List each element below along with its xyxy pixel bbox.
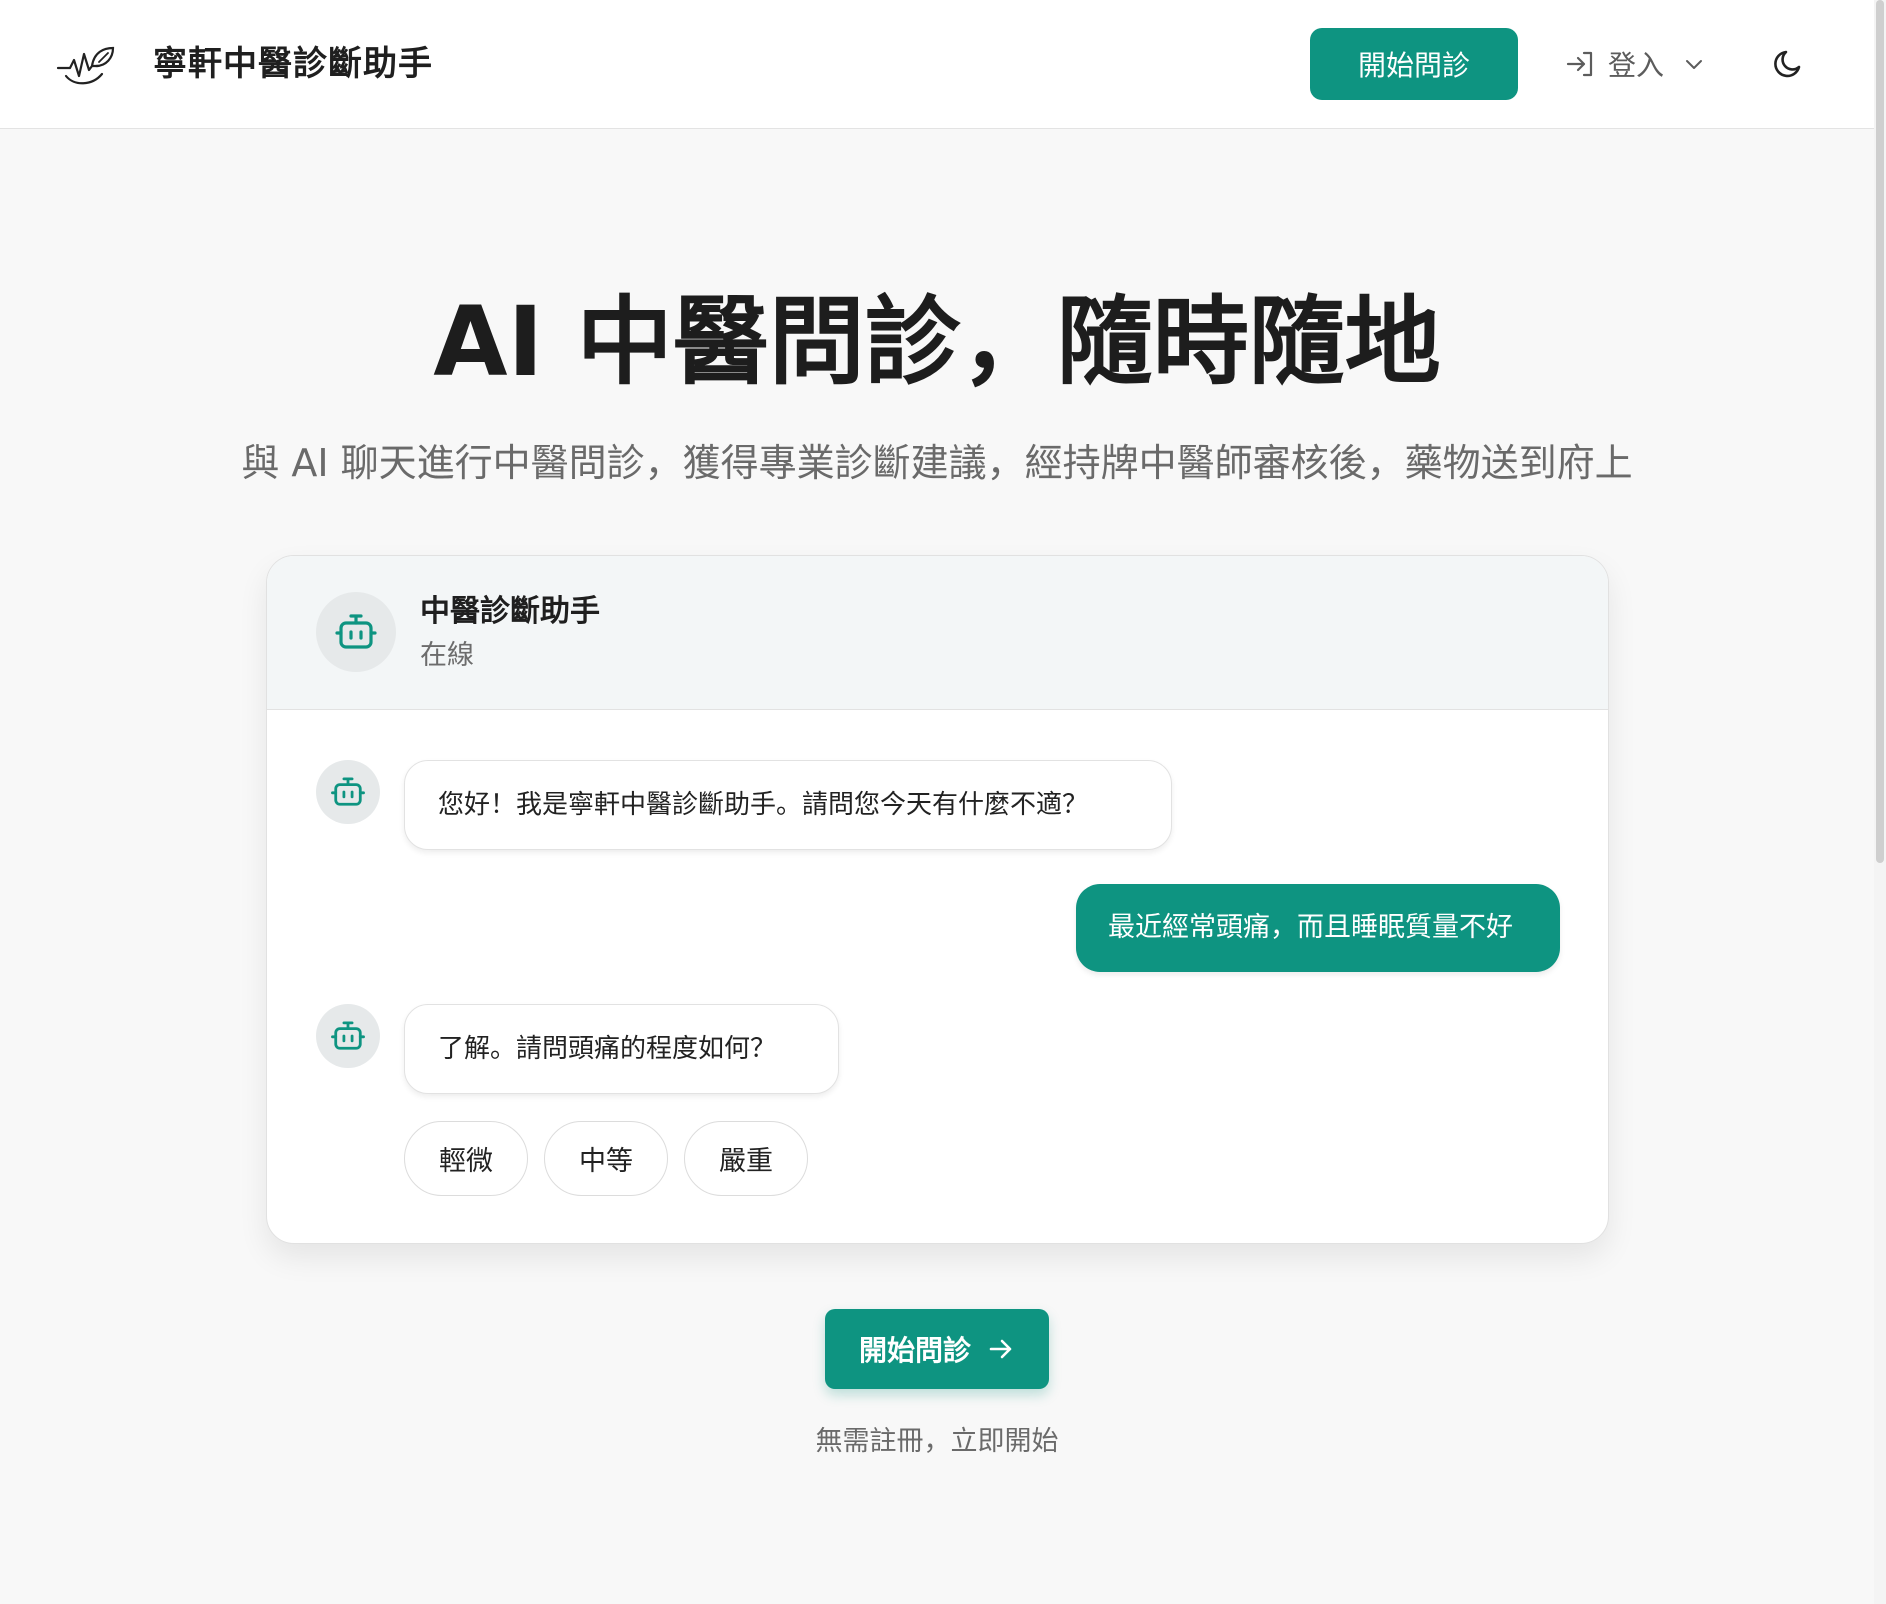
option-moderate[interactable]: 中等 [544, 1121, 668, 1196]
brand-name[interactable]: 寧軒中醫診斷助手 [153, 38, 433, 90]
bot-avatar [316, 1004, 380, 1068]
scrollbar-thumb[interactable] [1876, 0, 1884, 863]
bot-avatar [316, 760, 380, 824]
assistant-name: 中醫診斷助手 [420, 594, 600, 629]
login-menu[interactable]: 登入 [1564, 36, 1706, 92]
start-consultation-cta-button[interactable]: 開始問診 [825, 1309, 1049, 1389]
assistant-status: 在線 [420, 640, 474, 671]
bot-message: 您好！我是寧軒中醫診斷助手。請問您今天有什麼不適？ [404, 760, 1172, 850]
arrow-right-icon [989, 1339, 1012, 1359]
option-severe[interactable]: 嚴重 [684, 1121, 808, 1196]
top-navigation-bar: 寧軒中醫診斷助手 開始問診 登入 [0, 0, 1874, 129]
user-message: 最近經常頭痛，而且睡眠質量不好 [1076, 884, 1560, 972]
chevron-down-icon [1686, 60, 1703, 69]
chat-preview-card: 中醫診斷助手 在線 您好！我是寧軒中醫診斷助手。請問您今天有什麼不適？ 最近經常… [266, 555, 1609, 1244]
hero-subtitle: 與 AI 聊天進行中醫問診，獲得專業診斷建議，經持牌中醫師審核後，藥物送到府上 [241, 441, 1633, 485]
login-arrow-icon [1566, 51, 1593, 77]
cta-note: 無需註冊，立即開始 [815, 1426, 1059, 1457]
hero-title: AI 中醫問診，隨時隨地 [433, 286, 1441, 398]
robot-icon [335, 614, 377, 649]
robot-icon [331, 777, 365, 806]
page-scrollbar[interactable] [1874, 0, 1886, 1604]
cta-label: 開始問診 [858, 1334, 971, 1367]
robot-icon [331, 1021, 365, 1050]
assistant-avatar [316, 592, 396, 672]
option-mild[interactable]: 輕微 [404, 1121, 528, 1196]
start-consultation-button[interactable]: 開始問診 [1310, 28, 1518, 100]
logo-icon[interactable] [56, 42, 118, 88]
login-label: 登入 [1608, 49, 1665, 82]
theme-toggle-moon-icon[interactable] [1772, 46, 1806, 80]
chat-header: 中醫診斷助手 在線 [267, 556, 1608, 710]
bot-message: 了解。請問頭痛的程度如何？ [404, 1004, 839, 1094]
